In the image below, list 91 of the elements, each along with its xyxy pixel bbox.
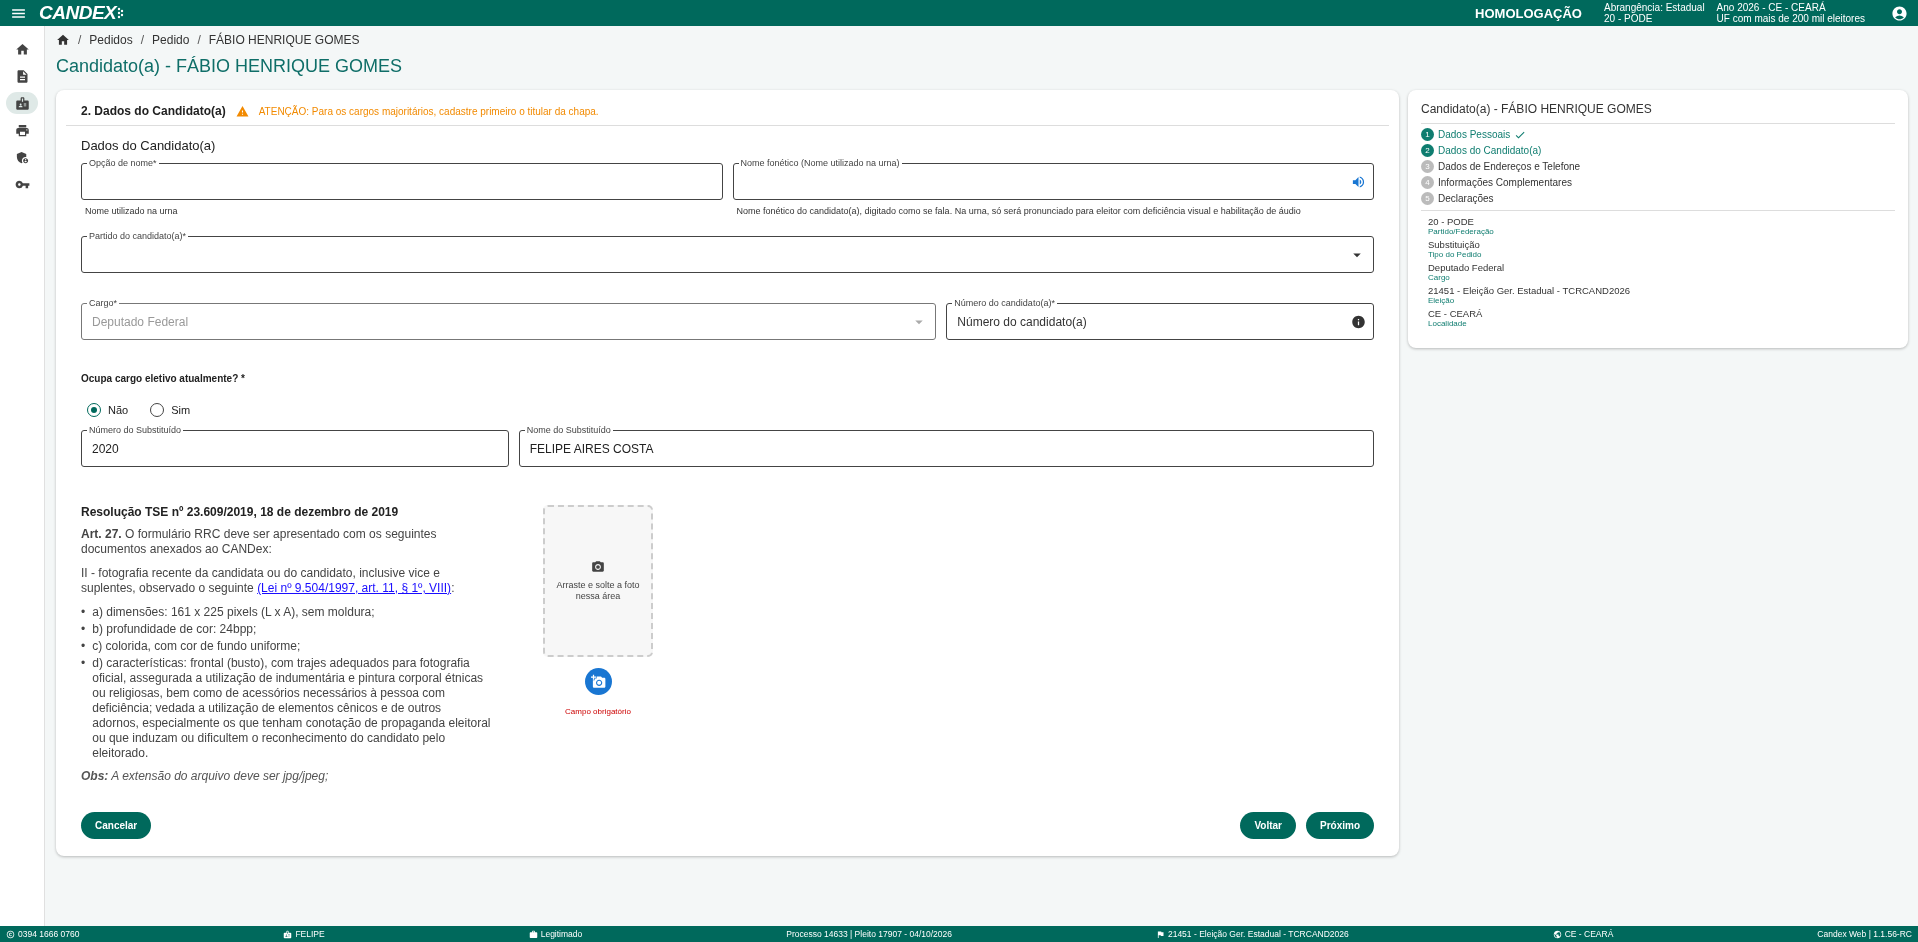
next-button[interactable]: Próximo — [1306, 812, 1374, 839]
field-label: Partido do candidato(a)* — [87, 231, 189, 242]
context-text: UF com mais de 200 mil eleitores — [1716, 13, 1865, 24]
info-icon — [1351, 314, 1366, 329]
status-text: Candex Web | 1.1.56-RC — [1817, 929, 1912, 939]
status-text: FELIPE — [295, 929, 325, 939]
add-photo-button[interactable] — [584, 668, 612, 695]
radio-option[interactable]: Não — [87, 403, 129, 417]
bullet-marker: • — [81, 656, 86, 672]
requirement-item: d) características: frontal (busto), com trajes adequados para fotografia oficial, assegurada a utilização de indumentária e pintura corporal étnicas ou religiosas, bem como de acessórios necessários à pessoa com deficiência; vedada a utilização de elementos cênicos e de outros adornos, especialmente os que tenham conotação de propaganda eleitoral ou que induzam ou dificultem o reconhecimento do candidato pelo eleitorado. — [92, 656, 491, 761]
bullet-marker: • — [81, 605, 86, 620]
breadcrumb-separator: / — [197, 33, 201, 47]
status-text: Processo 14633 | Pleito 17907 - 04/10/2026 — [786, 929, 952, 939]
step-item[interactable]: 2 Dados do Candidato(a) — [1421, 144, 1895, 157]
account-icon[interactable] — [1891, 4, 1908, 22]
camera-plus-icon — [590, 674, 606, 689]
breadcrumb-separator: / — [78, 33, 82, 47]
step-item[interactable]: 1 Dados Pessoais — [1421, 128, 1895, 141]
item-text: II - fotografia recente da candidata ou do candidato, inclusive vice e suplentes, observado o seguinte (Lei nº 9.504/1997, art. 11, § 1º, VIII): — [81, 566, 456, 596]
detail-value: 20 - PODE — [1428, 217, 1475, 227]
step-label: Declarações — [1438, 193, 1494, 204]
note-text: Obs: A extensão do arquivo deve ser jpg/jpeg; — [81, 769, 330, 784]
detail-caption: Eleição — [1428, 296, 1456, 305]
article-text: Art. 27. O formulário RRC deve ser apresentado com os seguintes documentos anexados ao CANDex: — [81, 527, 438, 557]
detail-caption: Localidade — [1428, 319, 1468, 328]
breadcrumb-link[interactable]: FÁBIO HENRIQUE GOMES — [208, 33, 360, 47]
speaker-icon[interactable] — [1351, 174, 1366, 189]
detail-value: 21451 - Eleição Ger. Estadual - TCRCAND2026 — [1428, 286, 1632, 296]
requirement-item: b) profundidade de cor: 24bpp; — [92, 622, 257, 637]
step-label: Informações Complementares — [1438, 177, 1572, 188]
field-label: Nome do Substituído — [524, 425, 613, 436]
logo: CANDEX — [39, 2, 126, 24]
flag-icon — [1155, 929, 1165, 939]
status-text: CE - CEARÁ — [1564, 929, 1614, 939]
subsection-title: Dados do Candidato(a) — [81, 138, 217, 153]
bullet-marker: • — [81, 639, 86, 654]
radio-option[interactable]: Sim — [150, 403, 191, 417]
field-label: Número do candidato(a)* — [952, 298, 1057, 309]
resolution-title: Resolução TSE nº 23.609/2019, 18 de dezembro de 2019 — [81, 505, 400, 520]
page-title: Candidato(a) - FÁBIO HENRIQUE GOMES — [56, 56, 404, 77]
status-text: Legitimado — [540, 929, 583, 939]
step-number: 4 — [1421, 176, 1434, 189]
briefcase-icon — [528, 929, 538, 939]
breadcrumb-separator: / — [140, 33, 145, 47]
helper-text: Nome fonético do candidato(a), digitado como se fala. Na urna, só será pronunciado para eleitor com deficiência visual e habilitação de áudio — [736, 206, 1302, 216]
back-button[interactable]: Voltar — [1240, 812, 1296, 839]
detail-caption: Cargo — [1428, 273, 1451, 282]
status-text: 0394 1666 0760 — [18, 929, 80, 939]
requirement-item: a) dimensões: 161 x 225 pixels (L x A), sem moldura; — [92, 605, 375, 620]
scope-text: 20 - PODE — [1604, 13, 1653, 24]
home-icon[interactable] — [56, 33, 70, 47]
detail-caption: Partido/Federação — [1428, 227, 1495, 236]
detail-value: Substituição — [1428, 240, 1481, 250]
requirement-item: c) colorida, com cor de fundo uniforme; — [92, 639, 301, 654]
drop-hint: Arraste e solte a foto nessa área — [555, 580, 641, 602]
globe-icon — [1552, 929, 1562, 939]
id-card-icon[interactable] — [6, 92, 38, 114]
step-item[interactable]: 4 Informações Complementares — [1421, 176, 1895, 189]
radio-label: Não — [108, 404, 129, 416]
helper-text: Nome utilizado na urna — [85, 206, 179, 216]
error-text: Campo obrigatório — [565, 707, 631, 716]
step-number: 1 — [1421, 128, 1434, 141]
breadcrumb-link[interactable]: Pedidos — [89, 33, 133, 47]
question-text: Ocupa cargo eletivo atualmente? * — [81, 373, 246, 384]
step-label: Dados de Endereços e Telefone — [1438, 161, 1581, 172]
detail-value: Deputado Federal — [1428, 263, 1506, 273]
camera-icon — [591, 560, 605, 574]
field-label: Opção de nome* — [87, 158, 159, 169]
circle-c-icon — [6, 929, 15, 939]
warning-icon — [235, 104, 249, 118]
bullet-marker: • — [81, 622, 86, 637]
section-title: 2. Dados do Candidato(a) — [81, 104, 226, 118]
step-label: Dados do Candidato(a) — [1438, 145, 1542, 156]
id-card-icon — [283, 929, 293, 939]
detail-caption: Tipo do Pedido — [1428, 250, 1483, 259]
context-text: Ano 2026 - CE - CEARÁ — [1716, 2, 1827, 13]
step-label: Dados Pessoais — [1438, 129, 1511, 140]
status-text: 21451 - Eleição Ger. Estadual - TCRCAND2026 — [1167, 929, 1349, 939]
detail-value: CE - CEARÁ — [1428, 309, 1484, 319]
photo-drop-zone[interactable]: Arraste e solte a foto nessa área — [543, 505, 653, 657]
environment-label: HOMOLOGAÇÃO — [1475, 5, 1582, 21]
summary-title: Candidato(a) - FÁBIO HENRIQUE GOMES — [1421, 102, 1653, 116]
scope-text: Abrangência: Estadual — [1604, 2, 1705, 13]
step-number: 2 — [1421, 144, 1434, 157]
warning-text: ATENÇÃO: Para os cargos majoritários, cadastre primeiro o titular da chapa. — [258, 105, 599, 117]
radio-label: Sim — [171, 404, 191, 416]
field-label: Número do Substituído — [87, 425, 184, 436]
field-label: Cargo* — [87, 298, 119, 309]
breadcrumb-link[interactable]: Pedido — [152, 33, 190, 47]
cancel-button[interactable]: Cancelar — [81, 812, 152, 839]
field-label: Nome fonético (Nome utilizado na urna) — [738, 158, 902, 169]
